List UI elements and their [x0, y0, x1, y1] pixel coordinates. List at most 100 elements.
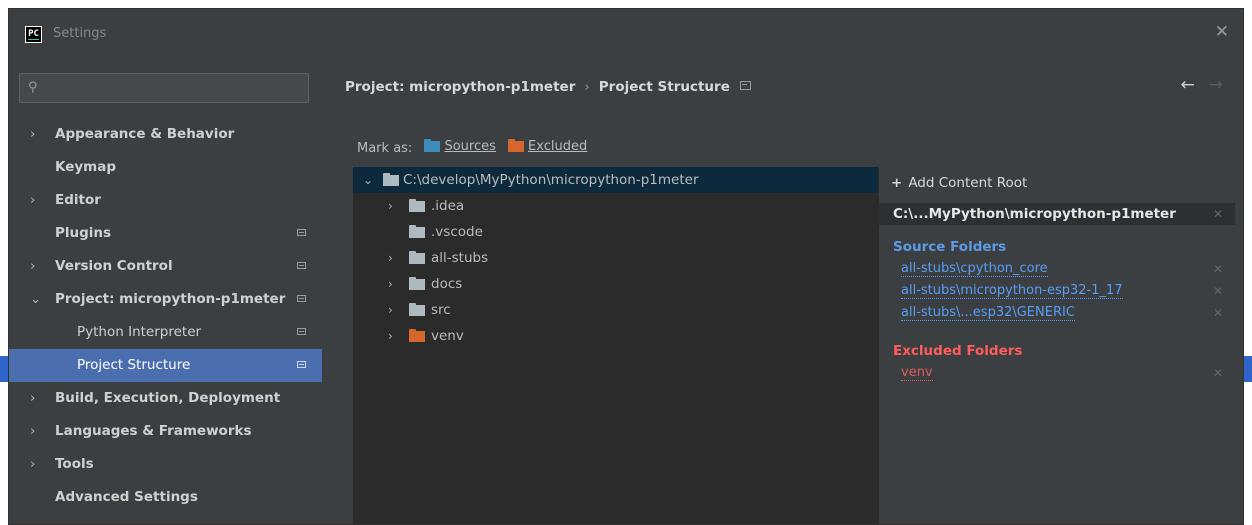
tree-item-label: all-stubs	[431, 250, 489, 266]
remove-folder-icon[interactable]: ✕	[1213, 281, 1223, 301]
chevron-right-icon[interactable]: ›	[30, 382, 35, 415]
tree-item-label: .vscode	[431, 224, 483, 240]
chevron-right-icon[interactable]: ›	[30, 184, 35, 217]
chevron-right-icon[interactable]: ›	[388, 323, 393, 349]
mark-excluded-button[interactable]: Excluded	[508, 139, 587, 154]
source-folders-header: Source Folders	[893, 239, 1007, 255]
excluded-folder-icon	[508, 139, 525, 152]
sidebar-item-label: Editor	[55, 192, 101, 208]
search-input[interactable]	[48, 78, 302, 100]
chevron-right-icon[interactable]: ›	[30, 250, 35, 283]
remove-folder-icon[interactable]: ✕	[1213, 259, 1223, 279]
project-scope-icon	[297, 262, 306, 269]
settings-sidebar: ⚲ › Appearance & Behavior Keymap › Editor Plu…	[9, 51, 322, 524]
sidebar-item-languages-frameworks[interactable]: › Languages & Frameworks	[9, 415, 322, 448]
folder-path-label: all-stubs\cpython_core	[901, 261, 1048, 277]
chevron-right-icon[interactable]: ›	[388, 271, 393, 297]
settings-nav: › Appearance & Behavior Keymap › Editor Plugi…	[9, 118, 322, 514]
chevron-right-icon[interactable]: ›	[388, 297, 393, 323]
search-icon: ⚲	[28, 80, 38, 95]
sidebar-item-appearance-behavior[interactable]: › Appearance & Behavior	[9, 118, 322, 151]
background-strip-left	[0, 356, 8, 382]
folder-path-label: venv	[901, 365, 933, 381]
folder-icon	[383, 173, 399, 186]
tree-row[interactable]: › all-stubs	[353, 245, 878, 271]
chevron-down-icon[interactable]: ⌄	[363, 167, 373, 193]
settings-window: PC Settings ✕ ⚲ › Appearance & Behavior Ke…	[8, 8, 1244, 525]
background-strip-right	[1244, 356, 1252, 382]
tree-row[interactable]: › docs	[353, 271, 878, 297]
tree-row[interactable]: › src	[353, 297, 878, 323]
sidebar-item-keymap[interactable]: Keymap	[9, 151, 322, 184]
tree-item-label: .idea	[431, 198, 465, 214]
forward-arrow-icon[interactable]: →	[1209, 75, 1223, 95]
plus-icon: +	[891, 175, 903, 191]
sidebar-item-label: Plugins	[55, 225, 112, 241]
tree-row[interactable]: › .idea	[353, 193, 878, 219]
content-root-path[interactable]: C:\...MyPython\micropython-p1meter ✕	[879, 203, 1235, 225]
sidebar-item-build-execution-deployment[interactable]: › Build, Execution, Deployment	[9, 382, 322, 415]
tree-root-row[interactable]: ⌄ C:\develop\MyPython\micropython-p1mete…	[353, 167, 878, 193]
sidebar-item-editor[interactable]: › Editor	[9, 184, 322, 217]
breadcrumb-page: Project Structure	[598, 79, 730, 95]
folder-icon	[409, 303, 425, 316]
breadcrumb-separator: ›	[584, 79, 590, 95]
sidebar-item-label: Project Structure	[77, 357, 191, 373]
pycharm-logo-icon: PC	[25, 26, 42, 43]
remove-folder-icon[interactable]: ✕	[1213, 363, 1223, 383]
sidebar-item-version-control[interactable]: › Version Control	[9, 250, 322, 283]
mark-sources-button[interactable]: Sources	[424, 139, 496, 154]
chevron-right-icon[interactable]: ›	[388, 193, 393, 219]
mark-sources-label: Sources	[444, 139, 496, 154]
chevron-right-icon[interactable]: ›	[30, 415, 35, 448]
back-arrow-icon[interactable]: ←	[1181, 75, 1195, 95]
sidebar-item-advanced-settings[interactable]: Advanced Settings	[9, 481, 322, 514]
source-folder-entry[interactable]: all-stubs\cpython_core ✕	[901, 259, 1235, 279]
window-title: Settings	[53, 26, 107, 41]
history-arrows: ← →	[1181, 75, 1224, 95]
sidebar-item-python-interpreter[interactable]: Python Interpreter	[9, 316, 322, 349]
project-scope-icon	[297, 328, 306, 335]
breadcrumb: Project: micropython-p1meter › Project Str…	[345, 79, 751, 95]
breadcrumb-project: Project: micropython-p1meter	[345, 79, 576, 95]
project-tree: ⌄ C:\develop\MyPython\micropython-p1mete…	[353, 167, 878, 524]
remove-root-icon[interactable]: ✕	[1213, 203, 1223, 225]
sidebar-item-label: Project: micropython-p1meter	[55, 291, 286, 307]
add-content-root-label: Add Content Root	[908, 175, 1028, 191]
excluded-folder-entry[interactable]: venv ✕	[901, 363, 1235, 383]
settings-main: Project: micropython-p1meter › Project Str…	[322, 51, 1243, 524]
tree-item-label: docs	[431, 276, 463, 292]
chevron-down-icon[interactable]: ⌄	[30, 283, 41, 316]
project-scope-icon	[739, 81, 751, 90]
tree-row[interactable]: › venv	[353, 323, 878, 349]
sidebar-item-project-structure[interactable]: Project Structure	[9, 349, 322, 382]
search-box[interactable]: ⚲	[19, 73, 309, 103]
sidebar-item-label: Appearance & Behavior	[55, 126, 235, 142]
content-root-panel: + Add Content Root C:\...MyPython\micropy…	[878, 167, 1235, 524]
folder-icon	[409, 277, 425, 290]
sidebar-item-label: Tools	[55, 456, 94, 472]
sidebar-item-label: Keymap	[55, 159, 117, 175]
title-bar: PC Settings ✕	[9, 9, 1243, 51]
tree-row[interactable]: .vscode	[353, 219, 878, 245]
source-folder-entry[interactable]: all-stubs\...esp32\GENERIC ✕	[901, 303, 1235, 323]
chevron-right-icon[interactable]: ›	[388, 245, 393, 271]
add-content-root-button[interactable]: + Add Content Root	[891, 175, 1027, 191]
sidebar-item-label: Languages & Frameworks	[55, 423, 252, 439]
chevron-right-icon[interactable]: ›	[30, 448, 35, 481]
source-folder-entry[interactable]: all-stubs\micropython-esp32-1_17 ✕	[901, 281, 1235, 301]
sidebar-item-plugins[interactable]: Plugins	[9, 217, 322, 250]
content-root-path-label: C:\...MyPython\micropython-p1meter	[893, 206, 1176, 222]
tree-root-label: C:\develop\MyPython\micropython-p1meter	[403, 172, 699, 188]
folder-icon	[409, 199, 425, 212]
folder-path-label: all-stubs\...esp32\GENERIC	[901, 305, 1075, 321]
sidebar-item-project-micropython-p1meter[interactable]: ⌄ Project: micropython-p1meter	[9, 283, 322, 316]
sidebar-item-tools[interactable]: › Tools	[9, 448, 322, 481]
tree-item-label: src	[431, 302, 451, 318]
close-icon[interactable]: ✕	[1215, 22, 1229, 42]
folder-icon	[409, 329, 425, 342]
chevron-right-icon[interactable]: ›	[30, 118, 35, 151]
remove-folder-icon[interactable]: ✕	[1213, 303, 1223, 323]
mark-excluded-label: Excluded	[528, 139, 588, 154]
project-scope-icon	[297, 361, 306, 368]
